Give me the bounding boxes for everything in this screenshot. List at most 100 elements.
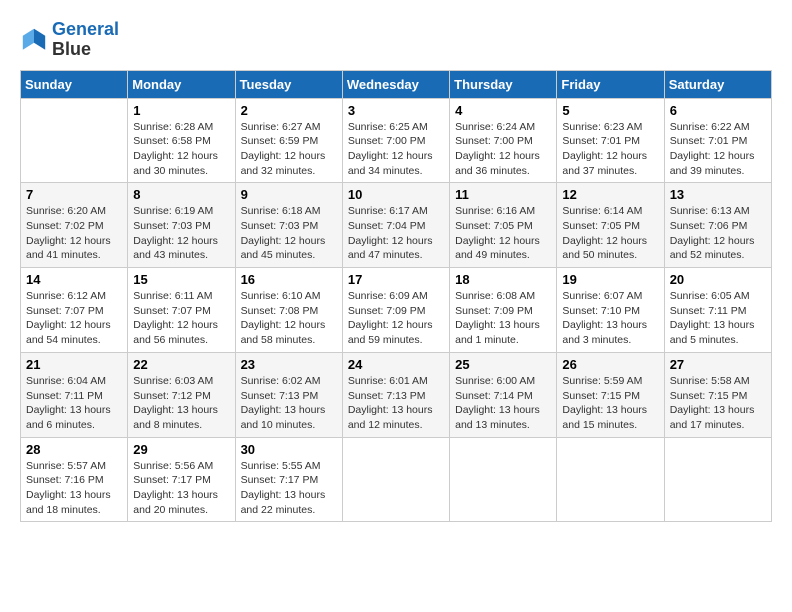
day-detail: Sunrise: 6:17 AM Sunset: 7:04 PM Dayligh… <box>348 204 444 263</box>
day-detail: Sunrise: 6:28 AM Sunset: 6:58 PM Dayligh… <box>133 120 229 179</box>
calendar-cell <box>664 437 771 522</box>
day-detail: Sunrise: 6:13 AM Sunset: 7:06 PM Dayligh… <box>670 204 766 263</box>
day-detail: Sunrise: 6:22 AM Sunset: 7:01 PM Dayligh… <box>670 120 766 179</box>
calendar-cell: 2 Sunrise: 6:27 AM Sunset: 6:59 PM Daylig… <box>235 98 342 183</box>
day-detail: Sunrise: 6:14 AM Sunset: 7:05 PM Dayligh… <box>562 204 658 263</box>
day-number: 16 <box>241 272 337 287</box>
day-of-week-header: Wednesday <box>342 70 449 98</box>
day-number: 27 <box>670 357 766 372</box>
page-header: General Blue <box>20 20 772 60</box>
day-detail: Sunrise: 5:59 AM Sunset: 7:15 PM Dayligh… <box>562 374 658 433</box>
logo-icon <box>20 26 48 54</box>
logo: General Blue <box>20 20 119 60</box>
day-detail: Sunrise: 6:19 AM Sunset: 7:03 PM Dayligh… <box>133 204 229 263</box>
calendar-cell: 22 Sunrise: 6:03 AM Sunset: 7:12 PM Dayli… <box>128 352 235 437</box>
day-number: 2 <box>241 103 337 118</box>
day-detail: Sunrise: 6:05 AM Sunset: 7:11 PM Dayligh… <box>670 289 766 348</box>
day-number: 3 <box>348 103 444 118</box>
day-number: 4 <box>455 103 551 118</box>
day-detail: Sunrise: 5:56 AM Sunset: 7:17 PM Dayligh… <box>133 459 229 518</box>
day-detail: Sunrise: 5:57 AM Sunset: 7:16 PM Dayligh… <box>26 459 122 518</box>
calendar-cell: 5Sunrise: 6:23 AM Sunset: 7:01 PM Daylig… <box>557 98 664 183</box>
day-number: 1 <box>133 103 229 118</box>
day-detail: Sunrise: 6:09 AM Sunset: 7:09 PM Dayligh… <box>348 289 444 348</box>
calendar-cell: 3 Sunrise: 6:25 AM Sunset: 7:00 PM Daylig… <box>342 98 449 183</box>
day-of-week-header: Friday <box>557 70 664 98</box>
day-number: 20 <box>670 272 766 287</box>
day-detail: Sunrise: 5:55 AM Sunset: 7:17 PM Dayligh… <box>241 459 337 518</box>
calendar-week-row: 1 Sunrise: 6:28 AM Sunset: 6:58 PM Daylig… <box>21 98 772 183</box>
day-of-week-header: Tuesday <box>235 70 342 98</box>
day-number: 23 <box>241 357 337 372</box>
day-number: 17 <box>348 272 444 287</box>
calendar-cell: 9Sunrise: 6:18 AM Sunset: 7:03 PM Daylig… <box>235 183 342 268</box>
day-of-week-header: Sunday <box>21 70 128 98</box>
calendar-cell: 17 Sunrise: 6:09 AM Sunset: 7:09 PM Dayli… <box>342 268 449 353</box>
day-detail: Sunrise: 5:58 AM Sunset: 7:15 PM Dayligh… <box>670 374 766 433</box>
day-detail: Sunrise: 6:16 AM Sunset: 7:05 PM Dayligh… <box>455 204 551 263</box>
calendar-cell: 19 Sunrise: 6:07 AM Sunset: 7:10 PM Dayli… <box>557 268 664 353</box>
calendar-week-row: 21 Sunrise: 6:04 AM Sunset: 7:11 PM Dayli… <box>21 352 772 437</box>
day-detail: Sunrise: 6:11 AM Sunset: 7:07 PM Dayligh… <box>133 289 229 348</box>
day-of-week-header: Monday <box>128 70 235 98</box>
day-number: 7 <box>26 187 122 202</box>
calendar-cell: 23 Sunrise: 6:02 AM Sunset: 7:13 PM Dayli… <box>235 352 342 437</box>
calendar-cell: 15 Sunrise: 6:11 AM Sunset: 7:07 PM Dayli… <box>128 268 235 353</box>
calendar-cell: 13 Sunrise: 6:13 AM Sunset: 7:06 PM Dayli… <box>664 183 771 268</box>
calendar-cell <box>557 437 664 522</box>
calendar-cell: 1 Sunrise: 6:28 AM Sunset: 6:58 PM Daylig… <box>128 98 235 183</box>
calendar-cell: 27 Sunrise: 5:58 AM Sunset: 7:15 PM Dayli… <box>664 352 771 437</box>
day-detail: Sunrise: 6:00 AM Sunset: 7:14 PM Dayligh… <box>455 374 551 433</box>
calendar-cell: 28Sunrise: 5:57 AM Sunset: 7:16 PM Dayli… <box>21 437 128 522</box>
day-detail: Sunrise: 6:12 AM Sunset: 7:07 PM Dayligh… <box>26 289 122 348</box>
day-of-week-header: Thursday <box>450 70 557 98</box>
day-number: 30 <box>241 442 337 457</box>
calendar-cell <box>342 437 449 522</box>
day-number: 14 <box>26 272 122 287</box>
day-detail: Sunrise: 6:04 AM Sunset: 7:11 PM Dayligh… <box>26 374 122 433</box>
day-number: 25 <box>455 357 551 372</box>
calendar-cell: 8 Sunrise: 6:19 AM Sunset: 7:03 PM Daylig… <box>128 183 235 268</box>
day-detail: Sunrise: 6:02 AM Sunset: 7:13 PM Dayligh… <box>241 374 337 433</box>
calendar-cell: 24 Sunrise: 6:01 AM Sunset: 7:13 PM Dayli… <box>342 352 449 437</box>
day-detail: Sunrise: 6:27 AM Sunset: 6:59 PM Dayligh… <box>241 120 337 179</box>
day-number: 6 <box>670 103 766 118</box>
day-detail: Sunrise: 6:24 AM Sunset: 7:00 PM Dayligh… <box>455 120 551 179</box>
calendar-week-row: 7Sunrise: 6:20 AM Sunset: 7:02 PM Daylig… <box>21 183 772 268</box>
day-detail: Sunrise: 6:23 AM Sunset: 7:01 PM Dayligh… <box>562 120 658 179</box>
calendar-cell: 10 Sunrise: 6:17 AM Sunset: 7:04 PM Dayli… <box>342 183 449 268</box>
day-number: 9 <box>241 187 337 202</box>
calendar-cell: 16 Sunrise: 6:10 AM Sunset: 7:08 PM Dayli… <box>235 268 342 353</box>
day-detail: Sunrise: 6:07 AM Sunset: 7:10 PM Dayligh… <box>562 289 658 348</box>
calendar-cell: 7Sunrise: 6:20 AM Sunset: 7:02 PM Daylig… <box>21 183 128 268</box>
day-detail: Sunrise: 6:03 AM Sunset: 7:12 PM Dayligh… <box>133 374 229 433</box>
day-number: 11 <box>455 187 551 202</box>
calendar-table: SundayMondayTuesdayWednesdayThursdayFrid… <box>20 70 772 523</box>
day-number: 12 <box>562 187 658 202</box>
day-detail: Sunrise: 6:10 AM Sunset: 7:08 PM Dayligh… <box>241 289 337 348</box>
day-number: 18 <box>455 272 551 287</box>
day-detail: Sunrise: 6:08 AM Sunset: 7:09 PM Dayligh… <box>455 289 551 348</box>
calendar-cell: 30 Sunrise: 5:55 AM Sunset: 7:17 PM Dayli… <box>235 437 342 522</box>
day-number: 26 <box>562 357 658 372</box>
calendar-cell <box>450 437 557 522</box>
calendar-week-row: 14 Sunrise: 6:12 AM Sunset: 7:07 PM Dayli… <box>21 268 772 353</box>
day-number: 13 <box>670 187 766 202</box>
day-number: 19 <box>562 272 658 287</box>
calendar-cell: 11 Sunrise: 6:16 AM Sunset: 7:05 PM Dayli… <box>450 183 557 268</box>
day-number: 29 <box>133 442 229 457</box>
day-detail: Sunrise: 6:01 AM Sunset: 7:13 PM Dayligh… <box>348 374 444 433</box>
calendar-header-row: SundayMondayTuesdayWednesdayThursdayFrid… <box>21 70 772 98</box>
calendar-cell: 20 Sunrise: 6:05 AM Sunset: 7:11 PM Dayli… <box>664 268 771 353</box>
day-number: 8 <box>133 187 229 202</box>
logo-text: General Blue <box>52 20 119 60</box>
calendar-cell: 25 Sunrise: 6:00 AM Sunset: 7:14 PM Dayli… <box>450 352 557 437</box>
day-number: 24 <box>348 357 444 372</box>
day-number: 15 <box>133 272 229 287</box>
day-number: 10 <box>348 187 444 202</box>
day-number: 21 <box>26 357 122 372</box>
day-detail: Sunrise: 6:25 AM Sunset: 7:00 PM Dayligh… <box>348 120 444 179</box>
day-number: 22 <box>133 357 229 372</box>
day-of-week-header: Saturday <box>664 70 771 98</box>
calendar-cell: 21 Sunrise: 6:04 AM Sunset: 7:11 PM Dayli… <box>21 352 128 437</box>
